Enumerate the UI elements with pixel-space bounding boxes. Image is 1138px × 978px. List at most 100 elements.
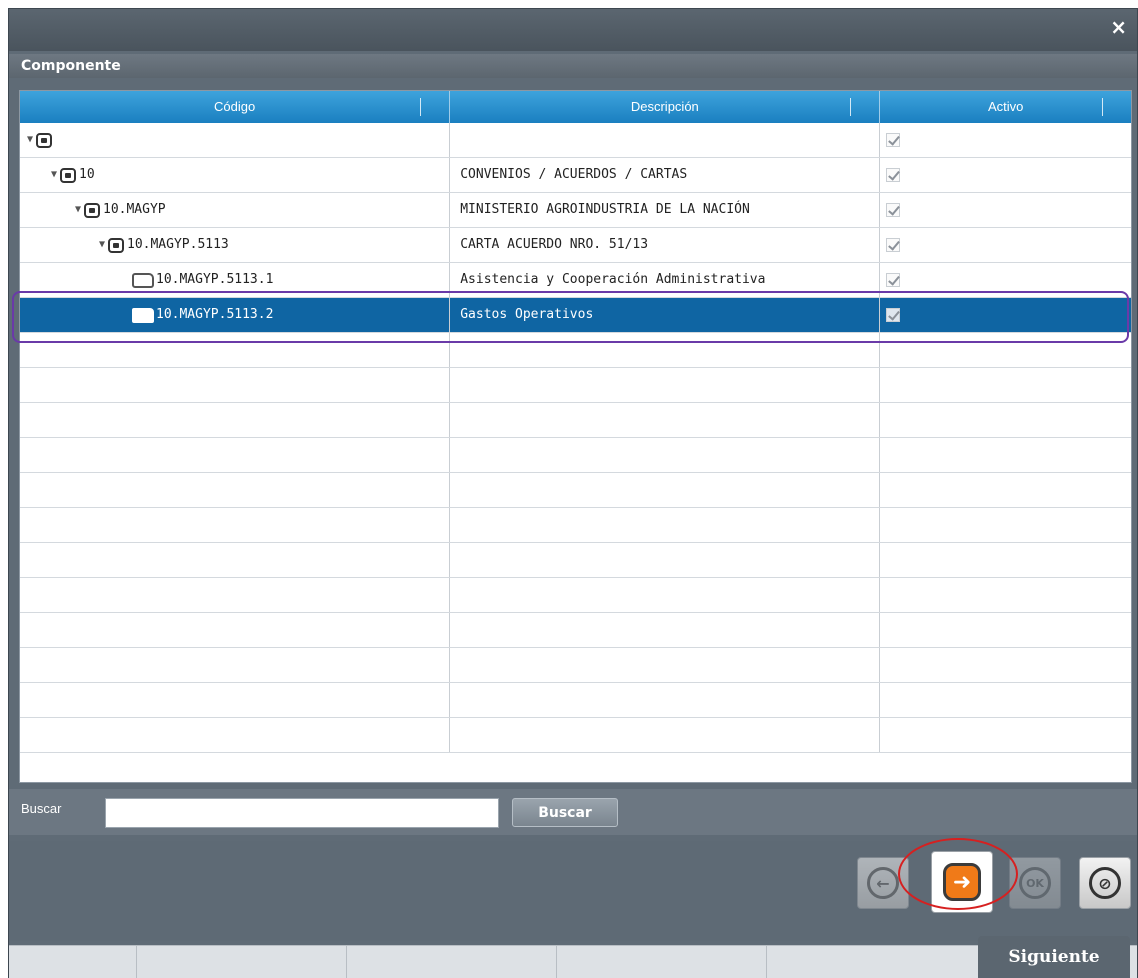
expand-toggle-icon[interactable]: ▼ bbox=[72, 193, 84, 227]
column-label: Descripción bbox=[630, 99, 699, 114]
empty-cell bbox=[880, 473, 1131, 507]
empty-cell bbox=[880, 403, 1131, 437]
search-bar: Buscar Buscar bbox=[9, 789, 1137, 835]
expand-toggle-icon[interactable]: ▼ bbox=[24, 123, 36, 157]
empty-cell bbox=[880, 333, 1131, 367]
empty-row bbox=[20, 508, 1131, 543]
node-icon bbox=[36, 132, 52, 148]
empty-row bbox=[20, 578, 1131, 613]
empty-cell bbox=[880, 438, 1131, 472]
empty-cell bbox=[880, 508, 1131, 542]
active-checkbox[interactable] bbox=[886, 132, 901, 147]
empty-cell bbox=[450, 368, 881, 402]
search-button[interactable]: Buscar bbox=[512, 798, 618, 827]
active-checkbox[interactable] bbox=[886, 272, 901, 287]
ok-button[interactable]: OK bbox=[1009, 857, 1061, 909]
section-title: Componente bbox=[9, 54, 1137, 78]
cell-codigo: ▼ 10 bbox=[20, 158, 451, 192]
empty-row bbox=[20, 333, 1131, 368]
empty-cell bbox=[20, 648, 451, 682]
component-grid: Código Descripción Activo ▼ ▼ 10 CONVENIOS … bbox=[19, 90, 1132, 783]
ok-label: OK bbox=[1026, 876, 1044, 890]
cell-activo bbox=[880, 228, 1131, 262]
empty-cell bbox=[20, 718, 451, 752]
expand-toggle-icon[interactable]: ▼ bbox=[96, 228, 108, 262]
cell-descripcion: MINISTERIO AGROINDUSTRIA DE LA NACIÓN bbox=[450, 193, 881, 227]
status-bar bbox=[9, 945, 1137, 978]
back-button[interactable]: ← bbox=[857, 857, 909, 909]
cell-descripcion: CARTA ACUERDO NRO. 51/13 bbox=[450, 228, 881, 262]
cell-codigo: 10.MAGYP.5113.1 bbox=[20, 263, 451, 297]
empty-cell bbox=[880, 648, 1131, 682]
cell-activo bbox=[880, 193, 1131, 227]
table-row[interactable]: ▼ bbox=[20, 123, 1131, 158]
cell-descripcion: CONVENIOS / ACUERDOS / CARTAS bbox=[450, 158, 881, 192]
grid-body: ▼ ▼ 10 CONVENIOS / ACUERDOS / CARTAS ▼ 10.MAG… bbox=[20, 123, 1131, 753]
empty-cell bbox=[20, 333, 451, 367]
dialog-titlebar: × bbox=[9, 9, 1137, 51]
grid-header: Código Descripción Activo bbox=[20, 91, 1131, 123]
cell-activo bbox=[880, 298, 1131, 332]
empty-row bbox=[20, 368, 1131, 403]
empty-row bbox=[20, 718, 1131, 753]
empty-cell bbox=[20, 508, 451, 542]
empty-cell bbox=[880, 578, 1131, 612]
status-segment bbox=[347, 946, 557, 978]
cancel-icon: ⊘ bbox=[1089, 867, 1121, 899]
empty-row bbox=[20, 683, 1131, 718]
node-icon bbox=[84, 202, 100, 218]
expand-toggle-icon[interactable]: ▼ bbox=[48, 158, 60, 192]
cell-descripcion bbox=[450, 123, 881, 157]
close-icon[interactable]: × bbox=[1110, 17, 1127, 37]
table-row[interactable]: ▼ 10 CONVENIOS / ACUERDOS / CARTAS bbox=[20, 158, 1131, 193]
empty-row bbox=[20, 473, 1131, 508]
empty-cell bbox=[20, 578, 451, 612]
next-button[interactable]: ➜ bbox=[931, 851, 993, 913]
active-checkbox[interactable] bbox=[886, 202, 901, 217]
codigo-text: 10 bbox=[79, 167, 95, 182]
empty-cell bbox=[880, 683, 1131, 717]
codigo-text: 10.MAGYP bbox=[103, 202, 166, 217]
search-input[interactable] bbox=[105, 798, 499, 828]
arrow-left-icon: ← bbox=[867, 867, 899, 899]
empty-cell bbox=[450, 718, 881, 752]
arrow-right-icon: ➜ bbox=[943, 863, 981, 901]
column-label: Activo bbox=[988, 99, 1024, 114]
table-row[interactable]: 10.MAGYP.5113.1 Asistencia y Cooperación … bbox=[20, 263, 1131, 298]
active-checkbox[interactable] bbox=[886, 237, 901, 252]
next-tooltip: Siguiente bbox=[978, 936, 1130, 978]
column-header-codigo[interactable]: Código bbox=[20, 91, 451, 123]
active-checkbox[interactable] bbox=[886, 307, 901, 322]
cell-activo bbox=[880, 123, 1131, 157]
cell-codigo: ▼ bbox=[20, 123, 451, 157]
cell-activo bbox=[880, 158, 1131, 192]
empty-cell bbox=[450, 508, 881, 542]
empty-cell bbox=[20, 403, 451, 437]
column-header-activo[interactable]: Activo bbox=[880, 91, 1131, 123]
ok-icon: OK bbox=[1019, 867, 1051, 899]
codigo-text: 10.MAGYP.5113 bbox=[127, 237, 229, 252]
table-row[interactable]: 10.MAGYP.5113.2 Gastos Operativos bbox=[20, 298, 1131, 333]
table-row[interactable]: ▼ 10.MAGYP MINISTERIO AGROINDUSTRIA DE LA … bbox=[20, 193, 1131, 228]
cell-codigo: ▼ 10.MAGYP.5113 bbox=[20, 228, 451, 262]
cell-descripcion: Asistencia y Cooperación Administrativa bbox=[450, 263, 881, 297]
node-icon bbox=[108, 237, 124, 253]
empty-cell bbox=[450, 438, 881, 472]
empty-cell bbox=[450, 613, 881, 647]
cell-codigo: ▼ 10.MAGYP bbox=[20, 193, 451, 227]
status-segment bbox=[137, 946, 347, 978]
empty-cell bbox=[20, 473, 451, 507]
empty-cell bbox=[450, 648, 881, 682]
empty-cell bbox=[450, 683, 881, 717]
cell-codigo: 10.MAGYP.5113.2 bbox=[20, 298, 451, 332]
empty-cell bbox=[450, 403, 881, 437]
active-checkbox[interactable] bbox=[886, 167, 901, 182]
column-header-descripcion[interactable]: Descripción bbox=[450, 91, 881, 123]
search-label: Buscar bbox=[21, 801, 62, 816]
component-dialog: × Componente Código Descripción Activo ▼… bbox=[8, 8, 1138, 978]
empty-cell bbox=[20, 438, 451, 472]
folder-filled-icon bbox=[132, 307, 154, 323]
empty-cell bbox=[450, 333, 881, 367]
table-row[interactable]: ▼ 10.MAGYP.5113 CARTA ACUERDO NRO. 51/13 bbox=[20, 228, 1131, 263]
cancel-button[interactable]: ⊘ bbox=[1079, 857, 1131, 909]
